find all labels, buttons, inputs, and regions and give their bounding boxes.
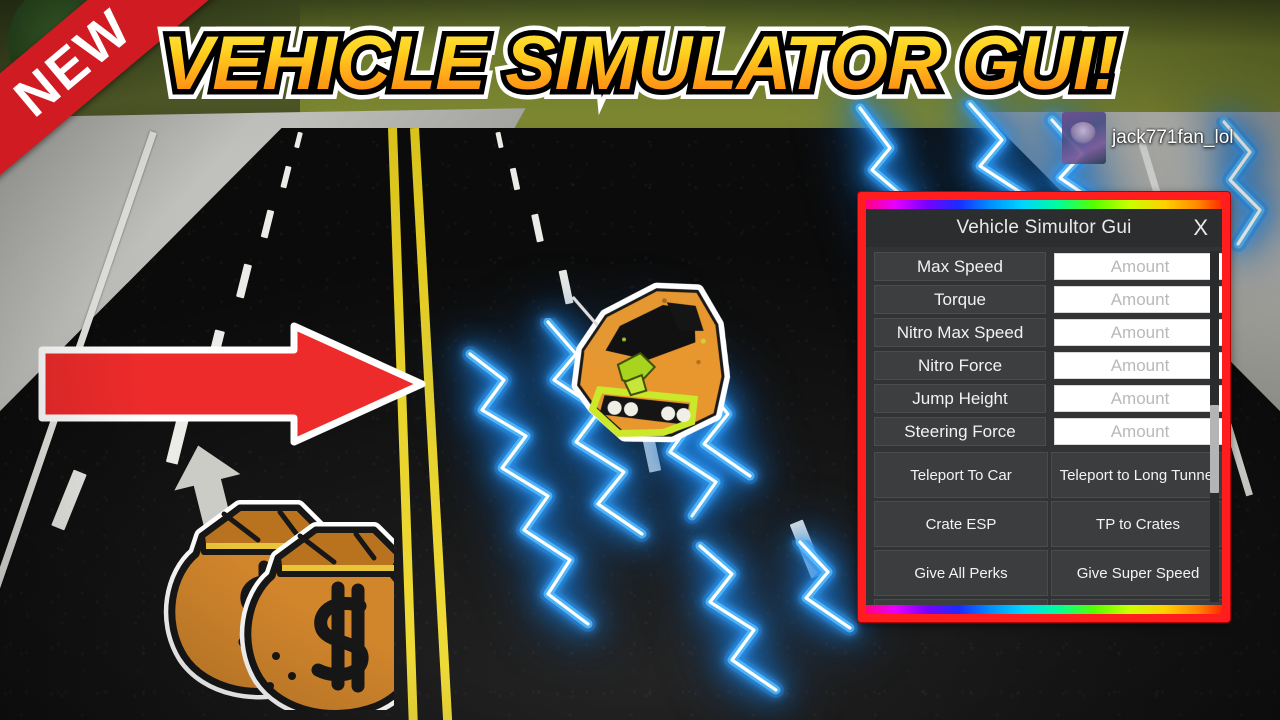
tp-to-crates-button[interactable]: TP to Crates — [1051, 501, 1222, 547]
field-row: Torque Amount — [874, 284, 1222, 315]
field-row: Nitro Force Amount — [874, 350, 1222, 381]
give-super-speed-button[interactable]: Give Super Speed — [1051, 550, 1222, 596]
close-icon[interactable]: X — [1193, 217, 1208, 239]
gui-scrollbar[interactable] — [1210, 251, 1219, 602]
money-bags-graphic — [148, 478, 429, 720]
thumbnail-canvas: NEW VEHICLE SIMULATOR GUI! VEHICLE SIMUL… — [0, 0, 1280, 720]
field-row: Steering Force Amount — [874, 416, 1222, 447]
gui-content-area: Max Speed Amount Torque Amount Nitro Max… — [866, 247, 1222, 605]
max-speed-input[interactable]: Amount — [1054, 253, 1222, 280]
vehicle-car — [544, 265, 752, 462]
action-button-grid: Teleport To Car Teleport to Long Tunnel … — [874, 452, 1222, 605]
player-name-tag: jack771fan_lol — [1062, 112, 1233, 164]
steering-force-input[interactable]: Amount — [1054, 418, 1222, 445]
set-max-speed-button[interactable]: Max Speed — [874, 252, 1046, 281]
set-steering-force-button[interactable]: Steering Force — [874, 417, 1046, 446]
give-all-perks-button[interactable]: Give All Perks — [874, 550, 1048, 596]
field-row: Max Speed Amount — [874, 251, 1222, 282]
teleport-to-long-tunnel-button[interactable]: Teleport to Long Tunnel — [1051, 452, 1222, 498]
field-row: Nitro Max Speed Amount — [874, 317, 1222, 348]
gui-titlebar[interactable]: Vehicle Simultor Gui X — [866, 209, 1222, 247]
torque-input[interactable]: Amount — [1054, 286, 1222, 313]
nitro-max-speed-input[interactable]: Amount — [1054, 319, 1222, 346]
gui-inner-frame: Vehicle Simultor Gui X Max Speed Amount … — [866, 200, 1222, 614]
gui-scrollbar-thumb[interactable] — [1210, 405, 1219, 494]
avatar — [1062, 112, 1106, 164]
set-jump-height-button[interactable]: Jump Height — [874, 384, 1046, 413]
vehicle-simulator-gui-window[interactable]: Vehicle Simultor Gui X Max Speed Amount … — [858, 192, 1230, 622]
rainbow-accent-bottom — [866, 605, 1222, 614]
gui-title-label: Vehicle Simultor Gui — [956, 217, 1132, 238]
title-fill: VEHICLE SIMULATOR GUI! — [0, 22, 1280, 106]
jump-height-input[interactable]: Amount — [1054, 385, 1222, 412]
set-nitro-force-button[interactable]: Nitro Force — [874, 351, 1046, 380]
crate-esp-button[interactable]: Crate ESP — [874, 501, 1048, 547]
set-torque-button[interactable]: Torque — [874, 285, 1046, 314]
red-pointer-arrow — [36, 322, 428, 446]
teleport-to-car-button[interactable]: Teleport To Car — [874, 452, 1048, 498]
nitro-force-input[interactable]: Amount — [1054, 352, 1222, 379]
set-nitro-max-speed-button[interactable]: Nitro Max Speed — [874, 318, 1046, 347]
username-label: jack771fan_lol — [1112, 127, 1234, 148]
rainbow-accent-top — [866, 200, 1222, 209]
field-row: Jump Height Amount — [874, 383, 1222, 414]
